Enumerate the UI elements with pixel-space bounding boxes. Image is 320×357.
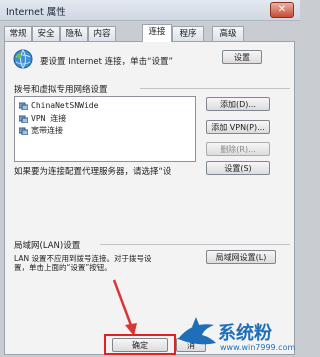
proxy-text: 如果要为连接配置代理服务器，请选择“设	[14, 167, 172, 177]
list-item[interactable]: ChinaNetSNWide	[19, 100, 98, 111]
connection-icon	[19, 127, 28, 135]
connection-icon	[19, 102, 28, 110]
title-bar: Internet 属性 ✕	[0, 0, 300, 21]
shark-logo-icon	[178, 317, 216, 345]
setup-button[interactable]: 设置	[222, 50, 262, 64]
add-button[interactable]: 添加(D)...	[206, 97, 270, 111]
tab-content[interactable]: 内容	[88, 26, 116, 41]
settings-button[interactable]: 设置(S)	[206, 161, 270, 175]
dialup-heading: 拨号和虚拟专用网络设置	[14, 85, 108, 95]
tab-programs[interactable]: 程序	[172, 26, 204, 41]
tab-privacy[interactable]: 隐私	[60, 26, 88, 41]
ok-highlight-box	[104, 334, 176, 355]
tab-security[interactable]: 安全	[32, 26, 60, 41]
tab-connections[interactable]: 连接	[142, 24, 172, 42]
lan-heading: 局域网(LAN)设置	[14, 241, 81, 251]
tab-general[interactable]: 常规	[4, 26, 32, 41]
add-vpn-button[interactable]: 添加 VPN(P)...	[206, 120, 270, 134]
watermark-text: 系统粉	[218, 323, 272, 344]
tab-advanced[interactable]: 高级	[212, 26, 244, 41]
connection-icon	[19, 115, 28, 123]
setup-text: 要设置 Internet 连接，单击“设置”	[40, 57, 173, 67]
connection-name: 宽带连接	[31, 126, 63, 135]
close-button[interactable]: ✕	[270, 2, 294, 18]
dialup-divider	[140, 88, 290, 89]
window-title: Internet 属性	[6, 7, 66, 18]
connection-name: ChinaNetSNWide	[31, 101, 99, 110]
connection-name: VPN 连接	[31, 114, 67, 123]
globe-icon	[13, 49, 33, 69]
list-item[interactable]: 宽带连接	[19, 125, 63, 136]
remove-button[interactable]: 删除(R)...	[206, 142, 270, 156]
connections-list[interactable]: ChinaNetSNWide VPN 连接 宽带连接	[14, 96, 196, 162]
lan-divider	[100, 244, 290, 245]
lan-settings-button[interactable]: 局域网设置(L)	[206, 250, 276, 264]
list-item[interactable]: VPN 连接	[19, 113, 66, 124]
red-arrow-annotation	[112, 279, 137, 336]
watermark-url: www.win7999.com	[220, 343, 296, 352]
lan-desc-line2: 置，单击上面的“设置”按钮。	[14, 263, 112, 272]
